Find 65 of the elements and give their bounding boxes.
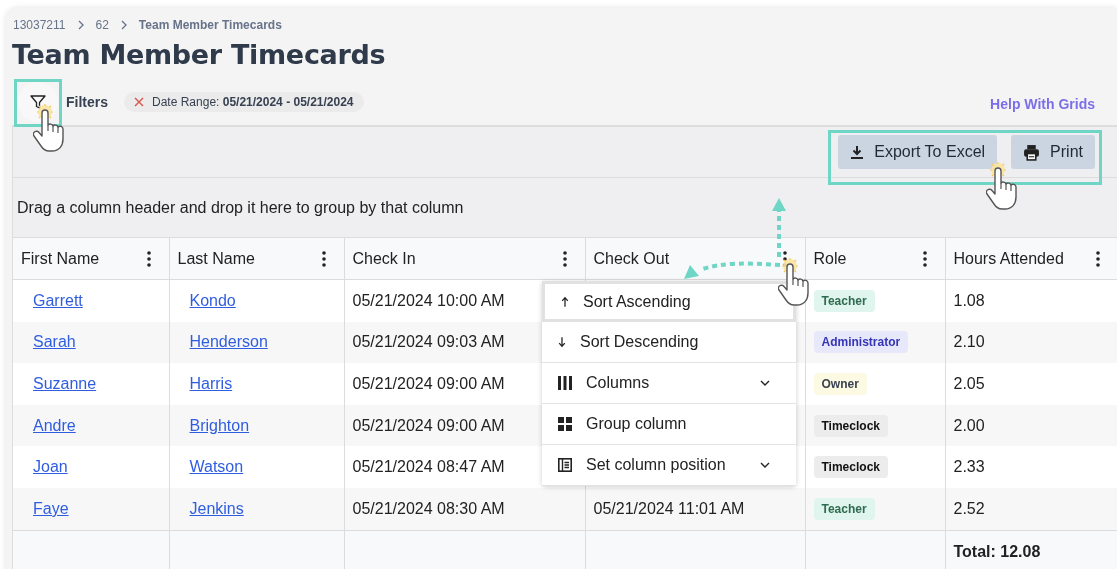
menu-item[interactable]: Group column [542,404,796,445]
role-tag: Teacher [813,497,875,520]
more-options-icon[interactable] [1095,250,1100,267]
menu-item[interactable]: Set column position [542,445,796,486]
filter-icon [30,94,46,110]
breadcrumb-item[interactable]: 13037211 [13,18,66,32]
column-header[interactable]: Hours Attended [945,238,1117,280]
last-name-link[interactable]: Harris [189,375,233,392]
table-cell: 2.10 [945,321,1117,364]
column-header[interactable]: Last Name [169,238,344,280]
role-tag: Administrator [813,331,909,354]
last-name-link[interactable]: Jenkins [189,499,244,517]
arrow-down-icon [558,336,566,348]
grid-icon [558,417,572,431]
first-name-link[interactable]: Faye [33,499,69,517]
table-cell: 2.33 [945,446,1117,488]
more-options-icon[interactable] [922,250,927,267]
table-cell: 2.00 [945,404,1117,447]
more-options-icon[interactable] [562,250,567,267]
print-button[interactable]: Print [1011,135,1095,169]
column-header[interactable]: Check In [344,238,585,280]
menu-item[interactable]: Columns [542,363,796,404]
last-name-link[interactable]: Kondo [189,291,236,309]
last-name-link[interactable]: Brighton [189,416,250,434]
role-tag: Timeclock [813,414,888,437]
list-icon [558,458,572,472]
arrow-up-icon [561,295,569,308]
first-name-link[interactable]: Joan [33,458,68,476]
columns-icon [558,376,572,390]
table-cell: 2.52 [945,487,1117,531]
more-options-icon[interactable] [321,250,326,267]
chevron-right-icon [77,20,84,30]
export-button[interactable]: Export To Excel [838,135,998,169]
group-panel: Drag a column header and drop it here to group by that column [13,178,1117,238]
more-options-icon[interactable] [146,250,151,267]
filter-chip[interactable]: Date Range: 05/21/2024 - 05/21/2024 [124,92,364,112]
last-name-link[interactable]: Watson [189,458,244,476]
filters-label: Filters [66,94,108,110]
close-icon[interactable] [134,97,144,107]
last-name-link[interactable]: Henderson [189,333,268,351]
table-cell: 2.05 [945,363,1117,405]
help-link[interactable]: Help With Grids [990,96,1095,112]
breadcrumb-item: Team Member Timecards [138,18,282,32]
menu-item[interactable]: Sort Descending [542,322,796,363]
filter-chip-text: Date Range: 05/21/2024 - 05/21/2024 [152,95,354,109]
chevron-right-icon [120,20,127,30]
table-cell: 05/21/2024 08:30 AM [344,487,585,531]
role-tag: Timeclock [813,456,888,479]
menu-item[interactable]: Sort Ascending [542,281,796,322]
first-name-link[interactable]: Suzanne [33,375,97,392]
column-header[interactable]: First Name [13,238,169,280]
page-title: Team Member Timecards [12,39,387,72]
role-tag: Teacher [813,289,875,312]
table-cell: 05/21/2024 11:01 AM [585,487,805,531]
role-tag: Owner [813,373,867,395]
first-name-link[interactable]: Garrett [33,291,83,309]
breadcrumb-item[interactable]: 62 [95,18,109,32]
download-icon [850,145,865,159]
first-name-link[interactable]: Andre [33,416,76,434]
table-cell: 1.08 [945,279,1117,322]
column-header[interactable]: Check Out [585,238,805,280]
total-cell: Total: 12.08 [945,530,1117,569]
column-header[interactable]: Role [805,238,945,280]
first-name-link[interactable]: Sarah [33,333,76,351]
printer-icon [1023,143,1041,161]
